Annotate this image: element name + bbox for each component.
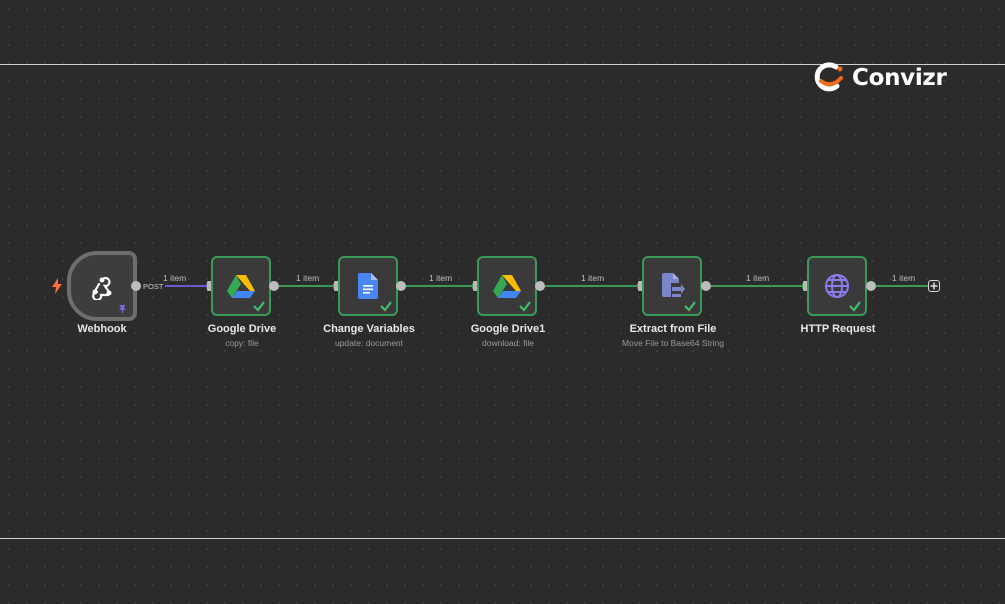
success-check-icon xyxy=(849,301,861,312)
connection-item-count: 1 item xyxy=(892,273,916,283)
node-http-request[interactable] xyxy=(807,256,867,316)
webhook-output-handle[interactable] xyxy=(131,281,141,291)
node-subtitle-extract-from-file: Move File to Base64 String xyxy=(621,338,725,348)
node-title-change-variables: Change Variables xyxy=(323,323,415,335)
httprequest-output-handle[interactable] xyxy=(866,281,876,291)
webhook-icon xyxy=(92,276,112,300)
node-webhook[interactable] xyxy=(67,251,137,321)
changevariables-output-handle[interactable] xyxy=(396,281,406,291)
add-node-button[interactable] xyxy=(928,280,940,292)
node-title-extract-from-file: Extract from File xyxy=(629,323,717,335)
globe-icon xyxy=(825,274,849,298)
connection-item-count: 1 item xyxy=(746,273,770,283)
connection-item-count: 1 item xyxy=(296,273,320,283)
success-check-icon xyxy=(253,301,265,312)
pin-icon xyxy=(119,305,126,313)
node-change-variables[interactable] xyxy=(338,256,398,316)
node-title-http-request: HTTP Request xyxy=(800,323,876,335)
googledrive-output-handle[interactable] xyxy=(269,281,279,291)
connection-item-count: 1 item xyxy=(429,273,453,283)
success-check-icon xyxy=(380,301,392,312)
output-label-post: POST xyxy=(141,282,166,291)
node-subtitle-google-drive1: download: file xyxy=(482,338,534,348)
plus-icon xyxy=(930,282,938,290)
google-docs-icon xyxy=(358,273,378,299)
node-google-drive[interactable] xyxy=(211,256,271,316)
node-subtitle-change-variables: update: document xyxy=(334,338,404,348)
node-extract-from-file[interactable] xyxy=(642,256,702,316)
extract-file-icon xyxy=(662,273,685,297)
google-drive-icon xyxy=(227,275,255,298)
connection-item-count: 1 item xyxy=(581,273,605,283)
googledrive1-output-handle[interactable] xyxy=(535,281,545,291)
extract-output-handle[interactable] xyxy=(701,281,711,291)
success-check-icon xyxy=(684,301,696,312)
trigger-bolt-icon xyxy=(52,278,62,294)
success-check-icon xyxy=(519,301,531,312)
node-google-drive1[interactable] xyxy=(477,256,537,316)
node-title-google-drive1: Google Drive1 xyxy=(470,323,546,335)
node-title-webhook: Webhook xyxy=(77,323,127,335)
google-drive-icon xyxy=(493,275,521,298)
connection-item-count: 1 item xyxy=(163,273,187,283)
